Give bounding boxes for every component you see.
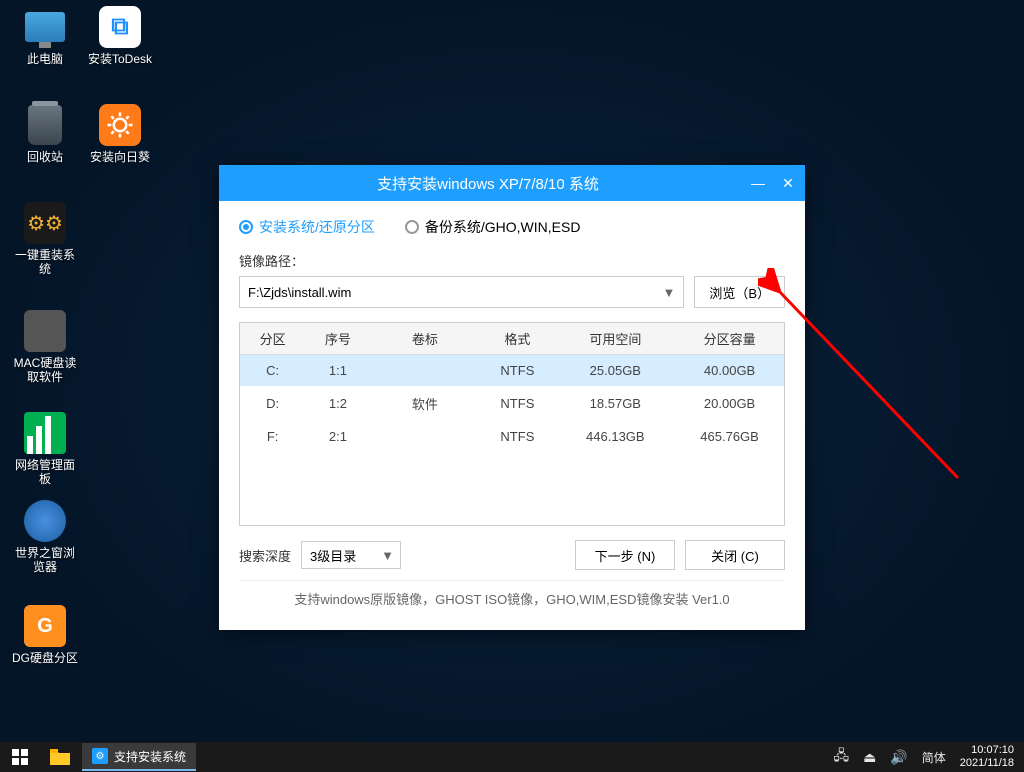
table-row[interactable]: C:1:1 NTFS25.05GB40.00GB [240,355,784,386]
install-dialog: 支持安装windows XP/7/8/10 系统 — ✕ 安装系统/还原分区 备… [219,165,805,630]
desktop-icon-mac-disk[interactable]: MAC硬盘读取软件 [10,310,80,385]
icon-label: 安装向日葵 [85,150,155,164]
cell-avail: 25.05GB [555,355,675,386]
cell-avail: 18.57GB [555,386,675,421]
col-number: 序号 [305,323,370,355]
radio-backup[interactable]: 备份系统/GHO,WIN,ESD [405,217,581,237]
col-capacity: 分区容量 [675,323,784,355]
chevron-down-icon: ▼ [662,285,675,300]
icon-label: 回收站 [10,150,80,164]
cell-fmt: NTFS [479,386,555,421]
close-button[interactable]: ✕ [779,174,797,192]
table-row[interactable]: F:2:1 NTFS446.13GB465.76GB [240,421,784,452]
cell-num: 1:2 [305,386,370,421]
minimize-button[interactable]: — [749,174,767,192]
icon-label: 一键重装系统 [10,248,80,277]
desktop-icon-recycle[interactable]: 回收站 [10,104,80,164]
icon-label: DG硬盘分区 [10,651,80,665]
radio-label: 安装系统/还原分区 [259,217,375,237]
dialog-titlebar[interactable]: 支持安装windows XP/7/8/10 系统 — ✕ [219,165,805,201]
recycle-bin-icon [28,105,62,145]
cell-vol [371,355,480,386]
desktop-icon-network-panel[interactable]: 网络管理面板 [10,412,80,487]
radio-label: 备份系统/GHO,WIN,ESD [425,217,581,237]
clock-date: 2021/11/18 [960,757,1014,770]
monitor-icon [25,12,65,42]
desktop-icon-todesk[interactable]: ⧉ 安装ToDesk [85,6,155,66]
clock-time: 10:07:10 [960,744,1014,757]
icon-label: 此电脑 [10,52,80,66]
icon-label: MAC硬盘读取软件 [10,356,80,385]
folder-icon [50,749,70,765]
radio-install-restore[interactable]: 安装系统/还原分区 [239,217,375,237]
cell-vol: 软件 [371,386,480,421]
apple-icon [24,310,66,352]
cell-num: 1:1 [305,355,370,386]
icon-label: 安装ToDesk [85,52,155,66]
cell-fmt: NTFS [479,355,555,386]
close-dialog-button[interactable]: 关闭 (C) [685,540,785,570]
volume-tray-icon[interactable]: 🔊 [890,749,907,766]
icon-label: 网络管理面板 [10,458,80,487]
network-chart-icon [24,412,66,454]
col-format: 格式 [479,323,555,355]
icon-label: 世界之窗浏览器 [10,546,80,575]
cell-vol [371,421,480,452]
gear-icon: ⚙ [92,748,108,764]
next-button[interactable]: 下一步 (N) [575,540,675,570]
desktop-icon-dg-partition[interactable]: G DG硬盘分区 [10,605,80,665]
windows-icon [12,749,28,765]
search-depth-label: 搜索深度 [239,546,291,565]
start-button[interactable] [0,742,40,772]
path-value: F:\Zjds\install.wim [248,285,351,300]
cell-fmt: NTFS [479,421,555,452]
dialog-footer-text: 支持windows原版镜像，GHOST ISO镜像，GHO,WIM,ESD镜像安… [239,580,785,620]
browse-button[interactable]: 浏览（B） [694,276,785,308]
cell-part: D: [240,386,305,421]
partition-table: 分区 序号 卷标 格式 可用空间 分区容量 C:1:1NTFS25.05GB40… [239,322,785,526]
desktop-icon-browser[interactable]: 世界之窗浏览器 [10,500,80,575]
cell-cap: 465.76GB [675,421,784,452]
sunflower-icon [99,104,141,146]
radio-icon [405,220,419,234]
taskbar-clock[interactable]: 10:07:10 2021/11/18 [960,744,1014,770]
cell-part: C: [240,355,305,386]
taskbar-file-explorer[interactable] [40,742,80,772]
table-header-row: 分区 序号 卷标 格式 可用空间 分区容量 [240,323,784,355]
system-tray: 🖧 ⏏ 🔊 简体 10:07:10 2021/11/18 [833,744,1024,770]
image-path-dropdown[interactable]: F:\Zjds\install.wim ▼ [239,276,684,308]
cell-part: F: [240,421,305,452]
dialog-title: 支持安装windows XP/7/8/10 系统 [227,173,749,194]
taskbar-app-label: 支持安装系统 [114,748,186,765]
depth-value: 3级目录 [310,546,356,565]
desktop-icon-sunflower[interactable]: 安装向日葵 [85,104,155,164]
ime-indicator[interactable]: 简体 [922,749,946,766]
search-depth-dropdown[interactable]: 3级目录 ▼ [301,541,401,569]
network-tray-icon[interactable]: 🖧 [833,745,849,769]
todesk-icon: ⧉ [99,6,141,48]
col-volume: 卷标 [371,323,480,355]
dg-icon: G [24,605,66,647]
taskbar: ⚙ 支持安装系统 🖧 ⏏ 🔊 简体 10:07:10 2021/11/18 [0,742,1024,772]
col-available: 可用空间 [555,323,675,355]
desktop-icon-this-pc[interactable]: 此电脑 [10,6,80,66]
usb-tray-icon[interactable]: ⏏ [863,749,876,766]
globe-icon [24,500,66,542]
cell-avail: 446.13GB [555,421,675,452]
cell-cap: 20.00GB [675,386,784,421]
table-row[interactable]: D:1:2软件NTFS18.57GB20.00GB [240,386,784,421]
desktop-icon-reinstall[interactable]: ⚙⚙ 一键重装系统 [10,202,80,277]
col-partition: 分区 [240,323,305,355]
chevron-down-icon: ▼ [381,548,394,563]
cell-num: 2:1 [305,421,370,452]
taskbar-app-installer[interactable]: ⚙ 支持安装系统 [82,743,196,771]
radio-icon [239,220,253,234]
cell-cap: 40.00GB [675,355,784,386]
gears-icon: ⚙⚙ [24,202,66,244]
image-path-label: 镜像路径： [239,251,785,270]
